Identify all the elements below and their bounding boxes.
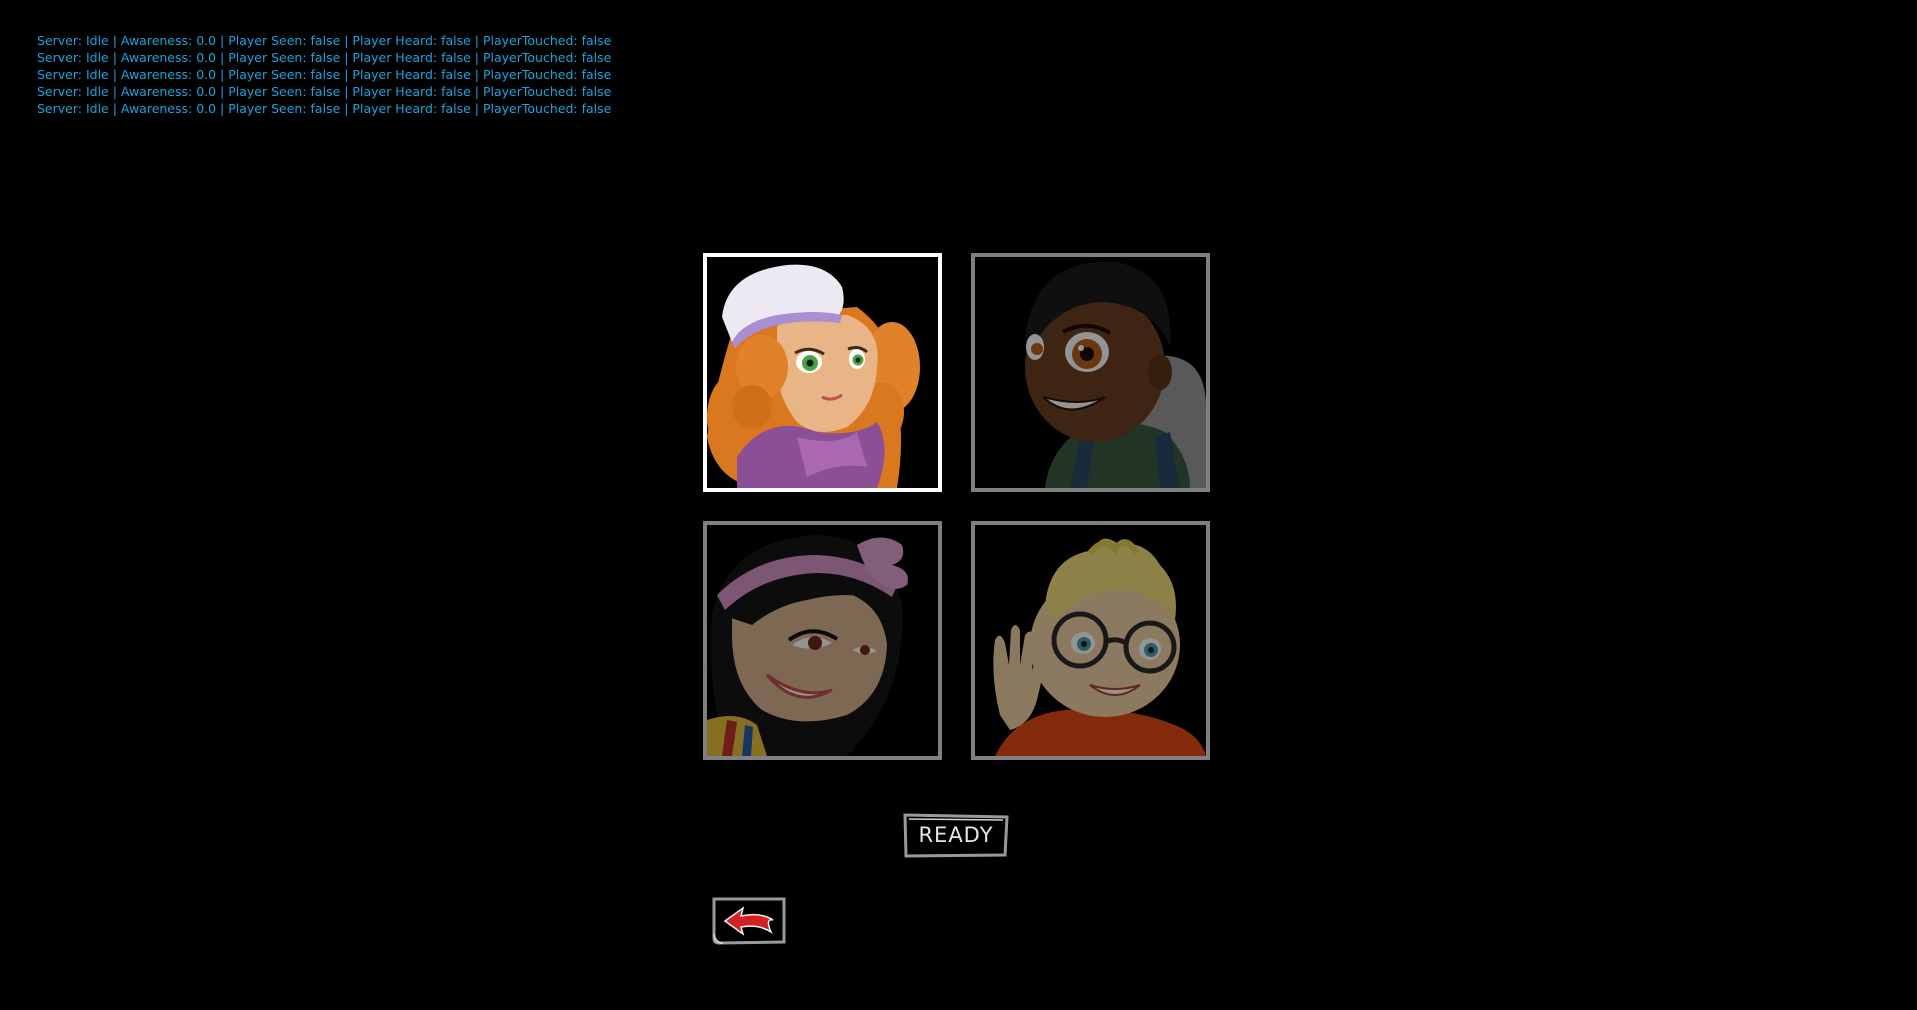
debug-line: Server: Idle | Awareness: 0.0 | Player S… [37,33,612,48]
ready-button[interactable]: READY [903,813,1009,858]
character-card-4[interactable] [971,521,1210,760]
debug-line: Server: Idle | Awareness: 0.0 | Player S… [37,67,612,82]
ready-label: READY [918,823,994,847]
red-back-arrow-icon [712,897,786,945]
girl-black-hair-pink-headband-portrait-icon [707,525,938,756]
debug-overlay: Server: Idle | Awareness: 0.0 | Player S… [37,32,611,117]
back-button[interactable] [711,896,787,946]
character-card-3[interactable] [703,521,942,760]
debug-line: Server: Idle | Awareness: 0.0 | Player S… [37,101,612,116]
character-card-1[interactable] [703,253,942,492]
debug-line: Server: Idle | Awareness: 0.0 | Player S… [37,84,612,99]
boy-blonde-glasses-waving-portrait-icon [975,525,1206,756]
girl-orange-hair-white-beanie-portrait-icon [707,257,938,488]
character-card-2[interactable] [971,253,1210,492]
boy-dark-skin-backpack-portrait-icon [975,257,1206,488]
debug-line: Server: Idle | Awareness: 0.0 | Player S… [37,50,612,65]
character-select-screen: Server: Idle | Awareness: 0.0 | Player S… [0,0,1917,1010]
